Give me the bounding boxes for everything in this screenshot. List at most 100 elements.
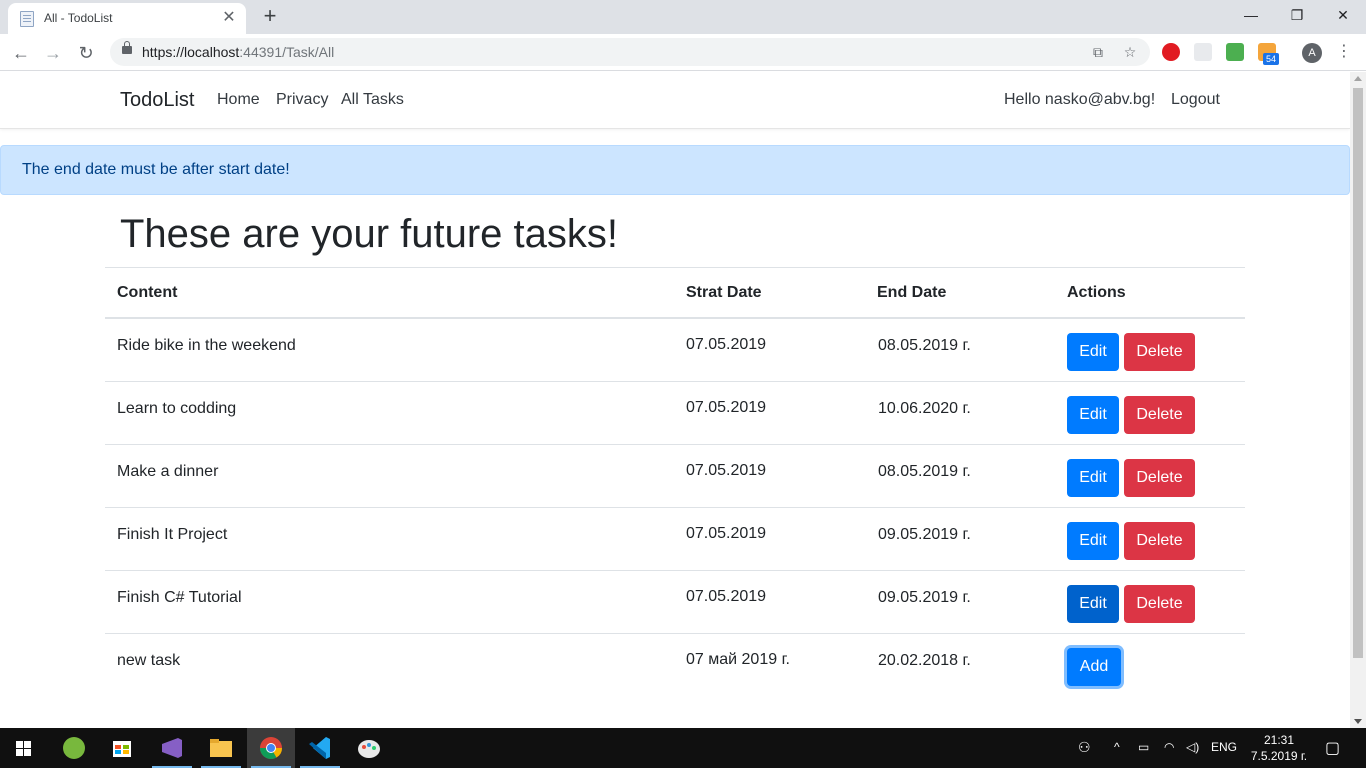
paint-taskbar-item[interactable]: [345, 728, 393, 768]
header-content: Content: [117, 284, 178, 301]
validation-alert: The end date must be after start date!: [0, 145, 1350, 195]
task-content: Learn to codding: [117, 400, 237, 417]
store-taskbar-item[interactable]: [98, 728, 146, 768]
task-end-date: 10.06.2020 г.: [878, 400, 971, 417]
reload-icon[interactable]: ↻: [73, 40, 99, 66]
profile-avatar[interactable]: A: [1302, 43, 1322, 63]
paint-icon: [358, 740, 380, 758]
file-explorer-taskbar-item[interactable]: [197, 728, 245, 768]
site-navbar: TodoList Home Privacy All Tasks Hello na…: [0, 72, 1350, 129]
folder-icon: [210, 739, 232, 757]
tray-chevron-icon[interactable]: ^: [1114, 740, 1120, 754]
utorrent-icon: [63, 737, 85, 759]
close-tab-icon[interactable]: ✕: [220, 9, 238, 27]
edit-button[interactable]: Edit: [1067, 459, 1119, 497]
table-row: Learn to codding 07.05.2019 10.06.2020 г…: [105, 382, 1245, 445]
task-start-date: 07.05.2019: [686, 336, 767, 353]
translate-icon[interactable]: ⧉: [1088, 42, 1108, 62]
lock-icon: [122, 41, 132, 54]
task-content: Finish It Project: [117, 526, 228, 543]
task-end-date: 08.05.2019 г.: [878, 463, 971, 480]
cors-extension-icon[interactable]: [1226, 43, 1244, 61]
nav-home[interactable]: Home: [217, 91, 260, 109]
notifications-icon[interactable]: ▢: [1325, 738, 1340, 758]
delete-button[interactable]: Delete: [1124, 585, 1195, 623]
visual-studio-icon: [162, 738, 182, 758]
extension-icon[interactable]: [1194, 43, 1212, 61]
nav-all-tasks[interactable]: All Tasks: [341, 91, 404, 109]
site-brand[interactable]: TodoList: [120, 89, 195, 112]
scroll-up-icon[interactable]: [1354, 76, 1362, 81]
new-task-end-date[interactable]: 20.02.2018 г.: [878, 652, 971, 670]
chrome-icon: [260, 737, 282, 759]
system-clock[interactable]: 21:31 7.5.2019 г.: [1250, 732, 1308, 764]
window-close-icon[interactable]: ✕: [1320, 0, 1366, 30]
new-tab-icon[interactable]: +: [258, 4, 282, 28]
add-button[interactable]: Add: [1067, 648, 1121, 686]
windows-logo-icon: [16, 741, 31, 756]
opera-extension-icon[interactable]: [1162, 43, 1180, 61]
task-start-date: 07.05.2019: [686, 462, 767, 479]
visual-studio-taskbar-item[interactable]: [148, 728, 196, 768]
alert-message: The end date must be after start date!: [22, 161, 290, 178]
vscode-taskbar-item[interactable]: [296, 728, 344, 768]
clock-time: 21:31: [1263, 733, 1295, 747]
task-end-date: 09.05.2019 г.: [878, 589, 971, 606]
wifi-icon[interactable]: ◠: [1164, 740, 1174, 754]
task-end-date: 08.05.2019 г.: [878, 337, 971, 354]
people-icon[interactable]: ⚇: [1078, 739, 1091, 756]
delete-button[interactable]: Delete: [1124, 459, 1195, 497]
scrollbar-thumb[interactable]: [1353, 88, 1363, 658]
browser-toolbar: ← → ↻ https://localhost:44391/Task/All ⧉…: [0, 34, 1366, 71]
windows-taskbar: ⚇ ^ ▭ ◠ ◁) ENG 21:31 7.5.2019 г. ▢: [0, 728, 1366, 768]
browser-tab[interactable]: All - TodoList ✕: [8, 3, 246, 34]
table-header: Content Strat Date End Date Actions: [105, 267, 1245, 319]
bookmark-star-icon[interactable]: ☆: [1120, 42, 1140, 62]
task-content: Make a dinner: [117, 463, 219, 480]
delete-button[interactable]: Delete: [1124, 522, 1195, 560]
task-end-date: 09.05.2019 г.: [878, 526, 971, 543]
logout-link[interactable]: Logout: [1171, 91, 1220, 109]
table-row: Finish C# Tutorial 07.05.2019 09.05.2019…: [105, 571, 1245, 634]
extension-badge: 54: [1263, 53, 1280, 65]
task-start-date: 07.05.2019: [686, 399, 767, 416]
header-actions: Actions: [1067, 284, 1126, 301]
back-icon[interactable]: ←: [8, 40, 34, 66]
store-icon: [113, 741, 131, 757]
user-greeting[interactable]: Hello nasko@abv.bg!: [1004, 91, 1155, 109]
new-task-row: new task 07 май 2019 г. 20.02.2018 г. Ad…: [105, 634, 1245, 697]
delete-button[interactable]: Delete: [1124, 396, 1195, 434]
address-bar[interactable]: https://localhost:44391/Task/All ⧉ ☆: [110, 38, 1150, 66]
task-start-date: 07.05.2019: [686, 588, 767, 605]
task-content: Ride bike in the weekend: [117, 337, 296, 354]
new-task-start-date[interactable]: 07 май 2019 г.: [686, 651, 790, 669]
chrome-taskbar-item[interactable]: [247, 728, 295, 768]
scroll-down-icon[interactable]: [1354, 719, 1362, 724]
forward-icon[interactable]: →: [40, 40, 66, 66]
browser-menu-icon[interactable]: ⋮: [1336, 40, 1352, 64]
edit-button[interactable]: Edit: [1067, 585, 1119, 623]
tab-title: All - TodoList: [44, 11, 113, 25]
start-button[interactable]: [0, 728, 48, 768]
battery-icon[interactable]: ▭: [1138, 740, 1149, 754]
nav-privacy[interactable]: Privacy: [276, 91, 328, 109]
restore-icon[interactable]: ❐: [1274, 0, 1320, 30]
language-indicator[interactable]: ENG: [1211, 740, 1237, 754]
page-favicon-icon: [20, 11, 34, 27]
edit-button[interactable]: Edit: [1067, 396, 1119, 434]
browser-tab-strip: All - TodoList ✕ + — ❐ ✕: [0, 0, 1366, 34]
new-task-content[interactable]: new task: [117, 652, 180, 670]
minimize-icon[interactable]: —: [1228, 0, 1274, 30]
edit-button[interactable]: Edit: [1067, 522, 1119, 560]
table-row: Ride bike in the weekend 07.05.2019 08.0…: [105, 319, 1245, 382]
page-viewport: TodoList Home Privacy All Tasks Hello na…: [0, 72, 1350, 728]
page-scrollbar[interactable]: [1350, 72, 1366, 728]
volume-icon[interactable]: ◁): [1186, 740, 1199, 754]
task-content: Finish C# Tutorial: [117, 589, 242, 606]
delete-button[interactable]: Delete: [1124, 333, 1195, 371]
edit-button[interactable]: Edit: [1067, 333, 1119, 371]
header-start-date: Strat Date: [686, 284, 762, 301]
vscode-icon: [309, 737, 330, 759]
utorrent-taskbar-item[interactable]: [50, 728, 98, 768]
header-end-date: End Date: [877, 284, 947, 301]
